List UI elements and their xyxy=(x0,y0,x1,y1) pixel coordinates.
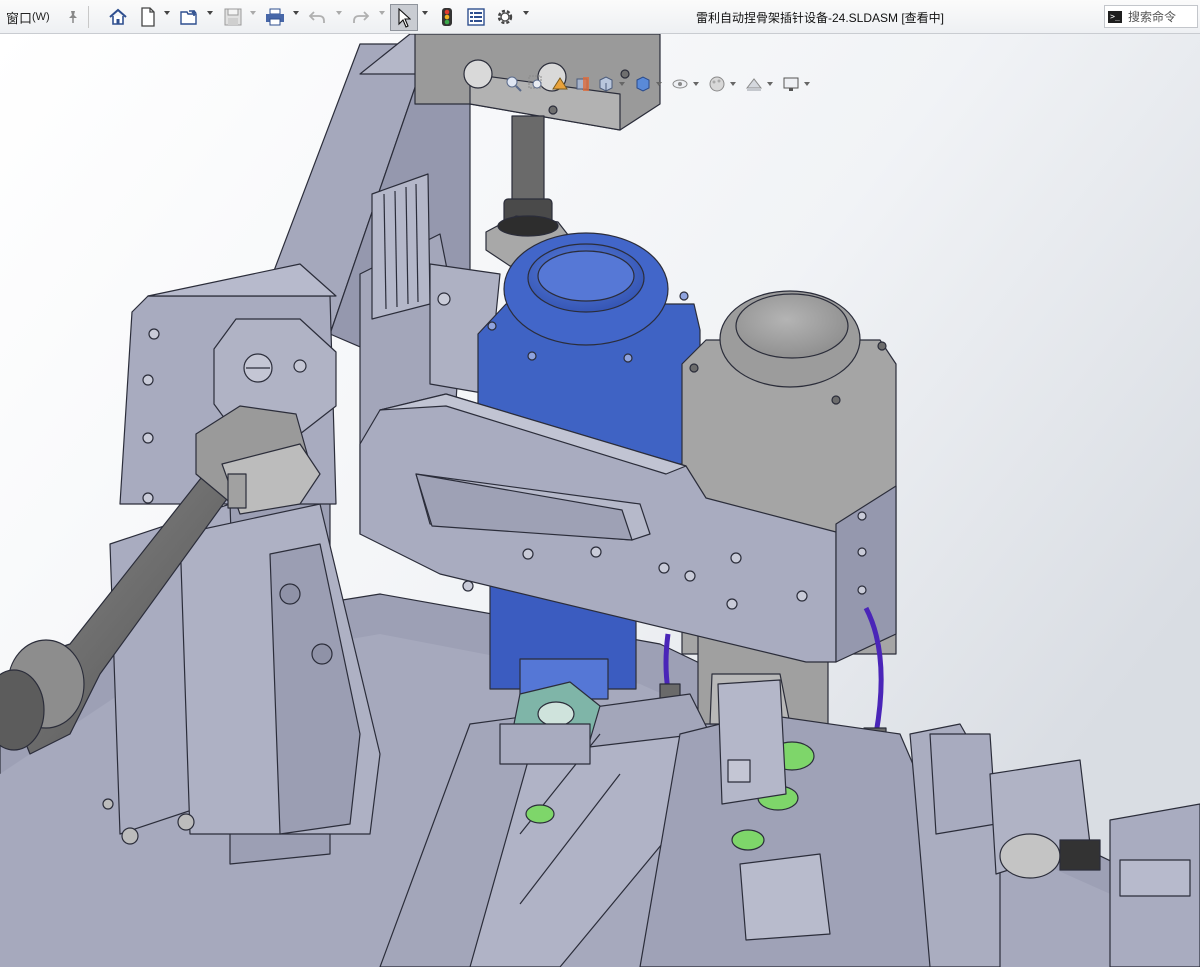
title-toolbar: 窗口 (W) 雷利自动捏骨架插针设备-24.SLDASM [查看中] >_ 搜索… xyxy=(0,0,1200,34)
print-dropdown-arrow[interactable] xyxy=(293,11,299,15)
zoom-to-area-icon[interactable] xyxy=(527,75,546,94)
hide-show-dropdown-arrow[interactable] xyxy=(693,82,699,86)
file-properties-icon[interactable] xyxy=(465,6,487,28)
apply-scene-icon[interactable] xyxy=(744,75,763,94)
toolbar-separator xyxy=(88,6,89,28)
traffic-light-icon[interactable] xyxy=(436,6,458,28)
pin-icon[interactable] xyxy=(66,0,80,34)
save-icon[interactable] xyxy=(222,6,244,28)
new-dropdown-arrow[interactable] xyxy=(164,11,170,15)
window-menu-shortcut: (W) xyxy=(32,11,50,23)
edit-appearance-dropdown-arrow[interactable] xyxy=(730,82,736,86)
display-style-dropdown-arrow[interactable] xyxy=(656,82,662,86)
apply-scene-dropdown-arrow[interactable] xyxy=(767,82,773,86)
undo-dropdown-arrow[interactable] xyxy=(336,11,342,15)
redo-icon[interactable] xyxy=(350,6,372,28)
select-pointer-icon[interactable] xyxy=(390,4,418,31)
edit-appearance-icon[interactable] xyxy=(707,75,726,94)
view-orientation-icon[interactable] xyxy=(596,75,615,94)
options-dropdown-arrow[interactable] xyxy=(523,11,529,15)
search-placeholder: 搜索命令 xyxy=(1128,10,1177,24)
heads-up-view-toolbar xyxy=(504,73,814,95)
new-document-icon[interactable] xyxy=(137,6,159,28)
search-input[interactable]: >_ 搜索命令 xyxy=(1104,5,1198,28)
command-prompt-icon: >_ xyxy=(1108,10,1122,23)
hide-show-items-icon[interactable] xyxy=(670,75,689,94)
save-dropdown-arrow[interactable] xyxy=(250,11,256,15)
open-icon[interactable] xyxy=(178,6,200,28)
undo-icon[interactable] xyxy=(306,6,328,28)
section-view-icon[interactable] xyxy=(573,75,592,94)
open-dropdown-arrow[interactable] xyxy=(207,11,213,15)
view-orientation-dropdown-arrow[interactable] xyxy=(619,82,625,86)
view-settings-dropdown-arrow[interactable] xyxy=(804,82,810,86)
cad-assembly-render xyxy=(0,34,1200,967)
print-icon[interactable] xyxy=(264,6,286,28)
window-menu[interactable]: 窗口 (W) xyxy=(6,0,50,34)
zoom-to-fit-icon[interactable] xyxy=(504,75,523,94)
view-settings-icon[interactable] xyxy=(781,75,800,94)
document-title: 雷利自动捏骨架插针设备-24.SLDASM [查看中] xyxy=(695,10,945,25)
window-menu-label: 窗口 xyxy=(6,10,33,26)
select-dropdown-arrow[interactable] xyxy=(422,11,428,15)
gear-icon[interactable] xyxy=(494,6,516,28)
display-style-icon[interactable] xyxy=(633,75,652,94)
previous-view-icon[interactable] xyxy=(550,75,569,94)
redo-dropdown-arrow[interactable] xyxy=(379,11,385,15)
home-icon[interactable] xyxy=(107,6,129,28)
graphics-viewport[interactable] xyxy=(0,34,1200,967)
